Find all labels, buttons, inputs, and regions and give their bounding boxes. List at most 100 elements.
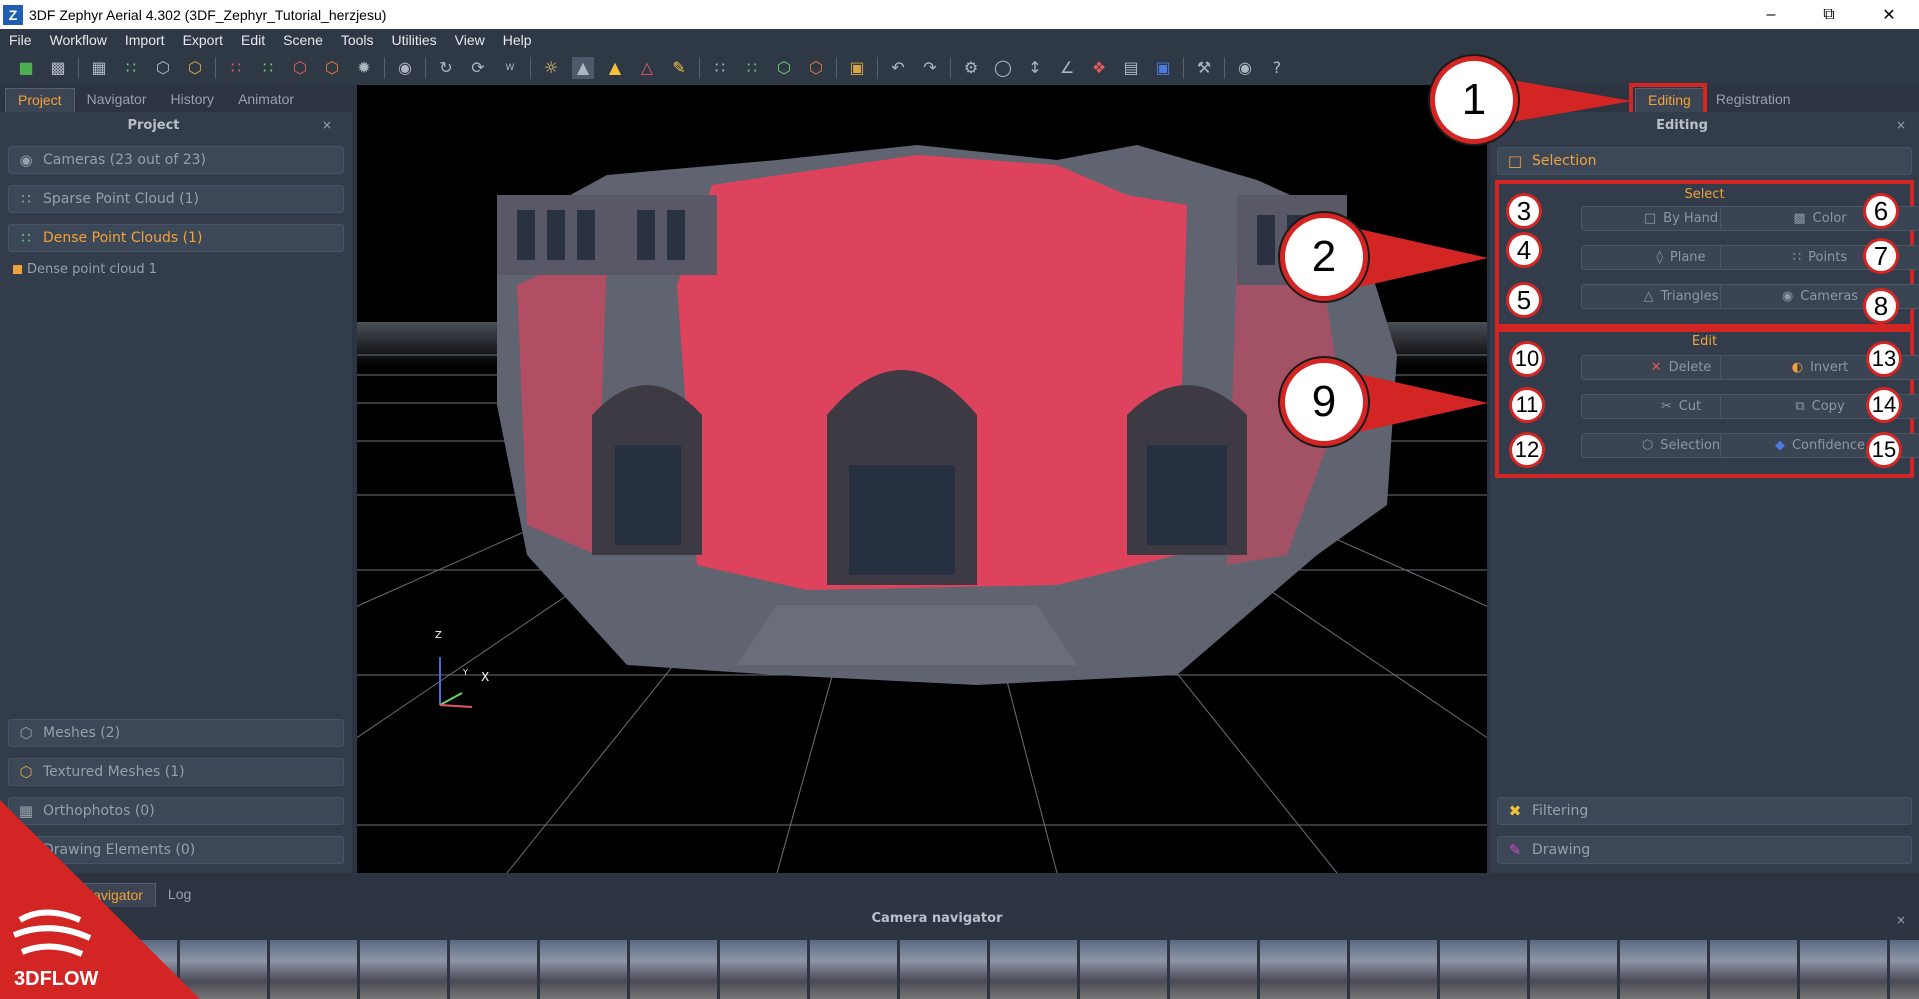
- triangle-yellow-icon[interactable]: ▲: [604, 57, 626, 79]
- dense-point-cloud-item[interactable]: Dense point cloud 1: [13, 262, 157, 277]
- mesh-icon[interactable]: ⬡: [152, 57, 174, 79]
- cube-orange-icon[interactable]: ⬡: [321, 57, 343, 79]
- project-panel: Project × ◉ Cameras (23 out of 23) ∷ Spa…: [0, 112, 352, 873]
- project-close-icon[interactable]: ×: [322, 118, 332, 132]
- camera-thumbnail[interactable]: [1170, 940, 1257, 999]
- camera-thumbnail[interactable]: [1890, 940, 1919, 999]
- camera-thumbnail[interactable]: [810, 940, 897, 999]
- menu-help[interactable]: Help: [494, 32, 541, 48]
- circle-icon[interactable]: ◯: [992, 57, 1014, 79]
- brush-icon[interactable]: ✎: [668, 57, 690, 79]
- toolbar-separator: [215, 56, 216, 79]
- camera-thumbnail[interactable]: [1260, 940, 1347, 999]
- camera-thumbnail[interactable]: [1620, 940, 1707, 999]
- menu-workflow[interactable]: Workflow: [41, 32, 116, 48]
- toolbar-separator: [836, 56, 837, 79]
- meshes-section[interactable]: ⬡ Meshes (2): [8, 719, 344, 747]
- sparse-section[interactable]: ∷ Sparse Point Cloud (1): [8, 185, 344, 213]
- camera-thumbnail[interactable]: [990, 940, 1077, 999]
- minimize-button[interactable]: –: [1742, 0, 1800, 29]
- camera-thumbnail[interactable]: [1710, 940, 1797, 999]
- tab-registration[interactable]: Registration: [1704, 88, 1803, 112]
- toolbar-separator: [384, 56, 385, 79]
- camera-thumbnail[interactable]: [1440, 940, 1527, 999]
- dots-icon[interactable]: ∷: [709, 57, 731, 79]
- measure-icon[interactable]: ↕: [1024, 57, 1046, 79]
- camera-thumbnail[interactable]: [1350, 940, 1437, 999]
- restore-button[interactable]: ⧉: [1800, 0, 1858, 29]
- wasd-icon[interactable]: W: [499, 57, 521, 79]
- camera-icon[interactable]: ◉: [394, 57, 416, 79]
- angle-icon[interactable]: ∠: [1056, 57, 1078, 79]
- toolbar-separator: [950, 56, 951, 79]
- cube-red-icon[interactable]: ⬡: [289, 57, 311, 79]
- grid-icon[interactable]: ▦: [88, 57, 110, 79]
- gizmo-icon[interactable]: ❖: [1088, 57, 1110, 79]
- menu-tools[interactable]: Tools: [332, 32, 383, 48]
- textured-meshes-section[interactable]: ⬡ Textured Meshes (1): [8, 758, 344, 786]
- lasso-icon[interactable]: ⚙: [960, 57, 982, 79]
- camera-navigator-close-icon[interactable]: ×: [1896, 913, 1906, 927]
- camera-thumbnail[interactable]: [900, 940, 987, 999]
- filtering-section[interactable]: ✖ Filtering: [1497, 797, 1912, 825]
- textured-mesh-icon: ⬡: [19, 763, 33, 781]
- callout-10: 10: [1509, 341, 1545, 377]
- menu-scene[interactable]: Scene: [274, 32, 332, 48]
- vr-icon[interactable]: ◉: [1234, 57, 1256, 79]
- rotate-icon[interactable]: ⟳: [467, 57, 489, 79]
- camera-thumbnail[interactable]: [540, 940, 627, 999]
- nodes-icon[interactable]: ✹: [353, 57, 375, 79]
- contour-icon[interactable]: ▣: [1152, 57, 1174, 79]
- tab-project[interactable]: Project: [5, 88, 75, 112]
- axis-y-label: Y: [463, 668, 468, 677]
- dense-section[interactable]: ∷ Dense Point Clouds (1): [8, 224, 344, 252]
- redo-icon[interactable]: ↷: [919, 57, 941, 79]
- points-red-icon[interactable]: ∷: [225, 57, 247, 79]
- points-green-icon[interactable]: ∷: [257, 57, 279, 79]
- selection-section[interactable]: □ Selection: [1497, 147, 1912, 175]
- undo-icon[interactable]: ↶: [887, 57, 909, 79]
- camera-thumbnail[interactable]: [630, 940, 717, 999]
- dots-green-icon[interactable]: ∷: [741, 57, 763, 79]
- cameras-section[interactable]: ◉ Cameras (23 out of 23): [8, 146, 344, 174]
- delete-label: Delete: [1668, 360, 1712, 375]
- by-hand-label: By Hand: [1663, 211, 1719, 226]
- camera-thumbnail[interactable]: [360, 940, 447, 999]
- sparse-cloud-icon[interactable]: ∷: [120, 57, 142, 79]
- camera-thumbnail[interactable]: [270, 940, 357, 999]
- triangle-red-icon[interactable]: △: [636, 57, 658, 79]
- camera-thumbnail[interactable]: [720, 940, 807, 999]
- camera-thumbnail[interactable]: [1800, 940, 1887, 999]
- hatch-icon[interactable]: ▤: [1120, 57, 1142, 79]
- menu-view[interactable]: View: [446, 32, 494, 48]
- triangle-white-icon[interactable]: ▲: [572, 56, 594, 79]
- help-icon[interactable]: ?: [1266, 57, 1288, 79]
- tab-history[interactable]: History: [159, 88, 227, 112]
- menu-edit[interactable]: Edit: [232, 32, 274, 48]
- editing-close-icon[interactable]: ×: [1896, 118, 1906, 132]
- light-bulb-icon[interactable]: ☼: [540, 57, 562, 79]
- drawing-section[interactable]: ✎ Drawing: [1497, 836, 1912, 864]
- textured-mesh-icon[interactable]: ⬡: [184, 57, 206, 79]
- tools-icon[interactable]: ⚒: [1193, 57, 1215, 79]
- camera-thumbnail[interactable]: [1530, 940, 1617, 999]
- menu-file[interactable]: File: [0, 32, 41, 48]
- menu-export[interactable]: Export: [174, 32, 232, 48]
- menu-import[interactable]: Import: [116, 32, 174, 48]
- axis-x-label: X: [481, 670, 490, 684]
- toolbar-separator: [530, 56, 531, 79]
- 3d-viewport[interactable]: Z Y X: [357, 85, 1487, 873]
- close-window-button[interactable]: ✕: [1860, 0, 1918, 29]
- box-orange-icon[interactable]: ⬡: [805, 57, 827, 79]
- menu-utilities[interactable]: Utilities: [383, 32, 446, 48]
- orbit-icon[interactable]: ↻: [435, 57, 457, 79]
- camera-thumbnail[interactable]: [450, 940, 537, 999]
- camera-thumbnail[interactable]: [1080, 940, 1167, 999]
- save-icon[interactable]: ▩: [47, 57, 69, 79]
- tab-navigator[interactable]: Navigator: [75, 88, 159, 112]
- new-project-icon[interactable]: ■: [15, 57, 37, 79]
- tab-animator[interactable]: Animator: [226, 88, 306, 112]
- box-green-icon[interactable]: ⬡: [773, 57, 795, 79]
- selection-icon: □: [1507, 152, 1523, 170]
- bounding-box-icon[interactable]: ▣: [846, 57, 868, 79]
